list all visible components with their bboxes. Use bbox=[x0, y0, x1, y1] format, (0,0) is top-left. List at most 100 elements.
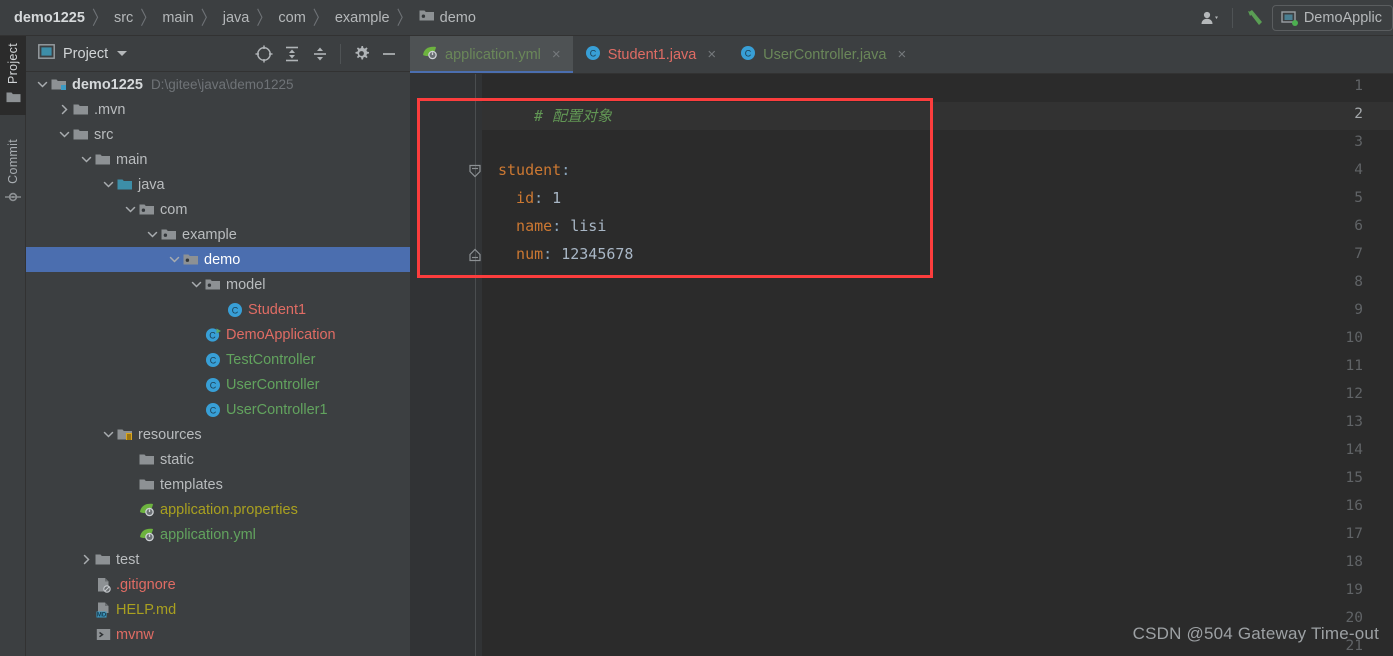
editor-area: application.yml × C Student1.java × C UserCont… bbox=[410, 36, 1393, 656]
code-editor[interactable]: 1 2 3 4 5 6 7 8 9 10 11 12 13 14 15 16 17 18 19 20 21 # 配置对象… bbox=[410, 74, 1393, 656]
tree-node-application-properties[interactable]: application.properties bbox=[26, 497, 410, 522]
tree-node-mvnw[interactable]: mvnw bbox=[26, 622, 410, 647]
tree-node--gitignore[interactable]: .gitignore bbox=[26, 572, 410, 597]
tree-node-java[interactable]: java bbox=[26, 172, 410, 197]
editor-tab-label: Student1.java bbox=[607, 46, 697, 63]
shell-script-icon bbox=[94, 627, 112, 643]
chevron-down-icon[interactable] bbox=[188, 277, 204, 293]
chevron-down-icon[interactable] bbox=[34, 77, 50, 93]
tree-node-static[interactable]: static bbox=[26, 447, 410, 472]
project-view-icon bbox=[38, 43, 55, 64]
project-tree[interactable]: demo1225 D:\gitee\java\demo1225 .mvn src mai… bbox=[26, 72, 410, 656]
chevron-down-icon[interactable] bbox=[100, 427, 116, 443]
code-line: name: lisi bbox=[498, 217, 606, 235]
tree-node-model[interactable]: model bbox=[26, 272, 410, 297]
close-icon[interactable]: × bbox=[552, 46, 561, 63]
user-account-icon[interactable] bbox=[1193, 3, 1227, 33]
tree-node-src[interactable]: src bbox=[26, 122, 410, 147]
chevron-down-icon[interactable] bbox=[78, 152, 94, 168]
build-hammer-icon[interactable] bbox=[1238, 3, 1272, 33]
editor-tab-student1-java[interactable]: C Student1.java × bbox=[573, 36, 728, 73]
chevron-down-icon[interactable] bbox=[116, 45, 128, 63]
fold-region-end-icon[interactable] bbox=[468, 248, 484, 264]
tree-node-label: demo bbox=[204, 251, 241, 268]
code-token: : bbox=[534, 189, 544, 207]
tree-node-usercontroller1[interactable]: C UserController1 bbox=[26, 397, 410, 422]
tree-node-test[interactable]: test bbox=[26, 547, 410, 572]
chevron-down-icon[interactable] bbox=[122, 202, 138, 218]
close-icon[interactable]: × bbox=[897, 46, 906, 63]
module-folder-icon bbox=[50, 77, 68, 93]
collapse-all-icon[interactable] bbox=[307, 41, 333, 67]
expand-all-icon[interactable] bbox=[279, 41, 305, 67]
chevron-down-icon[interactable] bbox=[166, 252, 182, 268]
run-configuration-selector[interactable]: DemoApplic bbox=[1271, 4, 1393, 31]
tree-node-main[interactable]: main bbox=[26, 147, 410, 172]
tree-node-path: D:\gitee\java\demo1225 bbox=[150, 77, 294, 92]
chevron-right-icon[interactable] bbox=[78, 552, 94, 568]
tree-node-label: HELP.md bbox=[116, 601, 177, 618]
tree-node-testcontroller[interactable]: C TestController bbox=[26, 347, 410, 372]
breadcrumb-item-java[interactable]: java bbox=[223, 10, 250, 26]
close-icon[interactable]: × bbox=[707, 46, 716, 63]
tree-node-example[interactable]: example bbox=[26, 222, 410, 247]
svg-text:C: C bbox=[210, 380, 217, 390]
chevron-down-icon[interactable] bbox=[144, 227, 160, 243]
tree-node-demoapplication[interactable]: C DemoApplication bbox=[26, 322, 410, 347]
tree-node--mvn[interactable]: .mvn bbox=[26, 97, 410, 122]
editor-tab-application-yml[interactable]: application.yml × bbox=[410, 36, 573, 73]
code-token: : bbox=[543, 245, 553, 263]
fold-collapse-icon[interactable] bbox=[468, 164, 484, 180]
tree-node-templates[interactable]: templates bbox=[26, 472, 410, 497]
java-class-icon: C bbox=[204, 402, 222, 418]
tree-node-help-md[interactable]: MD HELP.md bbox=[26, 597, 410, 622]
tree-node-label: src bbox=[94, 126, 114, 143]
breadcrumb-item-src[interactable]: src bbox=[114, 10, 133, 26]
editor-tab-label: UserController.java bbox=[763, 46, 887, 63]
code-line: num: 12345678 bbox=[498, 245, 633, 263]
breadcrumb-item-label: com bbox=[278, 9, 306, 26]
tree-node-demo[interactable]: demo bbox=[26, 247, 410, 272]
project-panel-toolbar bbox=[251, 41, 402, 67]
line-number: 6 bbox=[1354, 218, 1363, 234]
chevron-right-icon[interactable] bbox=[56, 102, 72, 118]
tree-node-label: TestController bbox=[226, 351, 316, 368]
breadcrumb-item-label: main bbox=[162, 9, 194, 26]
breadcrumb-item-label: java bbox=[222, 9, 250, 26]
editor-tab-usercontroller-java[interactable]: C UserController.java × bbox=[728, 36, 918, 73]
tree-node-student1[interactable]: C Student1 bbox=[26, 297, 410, 322]
settings-gear-icon[interactable] bbox=[348, 41, 374, 67]
breadcrumb-item-demo[interactable]: demo bbox=[419, 8, 476, 27]
tree-node-demo1225[interactable]: demo1225 D:\gitee\java\demo1225 bbox=[26, 72, 410, 97]
breadcrumb-item-demo1225[interactable]: demo1225 bbox=[14, 10, 85, 26]
tree-node-label: UserController1 bbox=[226, 401, 328, 418]
breadcrumb-separator: 〉 bbox=[91, 8, 107, 30]
package-icon bbox=[160, 227, 178, 243]
folder-icon bbox=[72, 102, 90, 118]
tree-node-application-yml[interactable]: application.yml bbox=[26, 522, 410, 547]
tree-node-label: DemoApplication bbox=[226, 326, 336, 343]
tool-window-commit[interactable]: Commit bbox=[0, 132, 26, 216]
tree-node-resources[interactable]: resources bbox=[26, 422, 410, 447]
hide-panel-icon[interactable] bbox=[376, 41, 402, 67]
chevron-down-icon[interactable] bbox=[56, 127, 72, 143]
spring-config-icon bbox=[422, 45, 438, 64]
chevron-down-icon[interactable] bbox=[100, 177, 116, 193]
breadcrumb-item-main[interactable]: main bbox=[162, 10, 193, 26]
editor-gutter[interactable] bbox=[410, 74, 482, 656]
tool-window-project[interactable]: Project bbox=[0, 36, 26, 116]
breadcrumb-item-com[interactable]: com bbox=[278, 10, 305, 26]
code-token: 1 bbox=[543, 189, 562, 207]
tree-node-label: Student1 bbox=[248, 301, 307, 318]
tree-node-label: templates bbox=[160, 476, 223, 493]
java-class-icon: C bbox=[585, 45, 601, 65]
breadcrumb-item-example[interactable]: example bbox=[335, 10, 390, 26]
tree-node-com[interactable]: com bbox=[26, 197, 410, 222]
tool-window-project-label: Project bbox=[6, 43, 20, 85]
locate-file-icon[interactable] bbox=[251, 41, 277, 67]
folder-icon bbox=[94, 552, 112, 568]
tree-node-usercontroller[interactable]: C UserController bbox=[26, 372, 410, 397]
